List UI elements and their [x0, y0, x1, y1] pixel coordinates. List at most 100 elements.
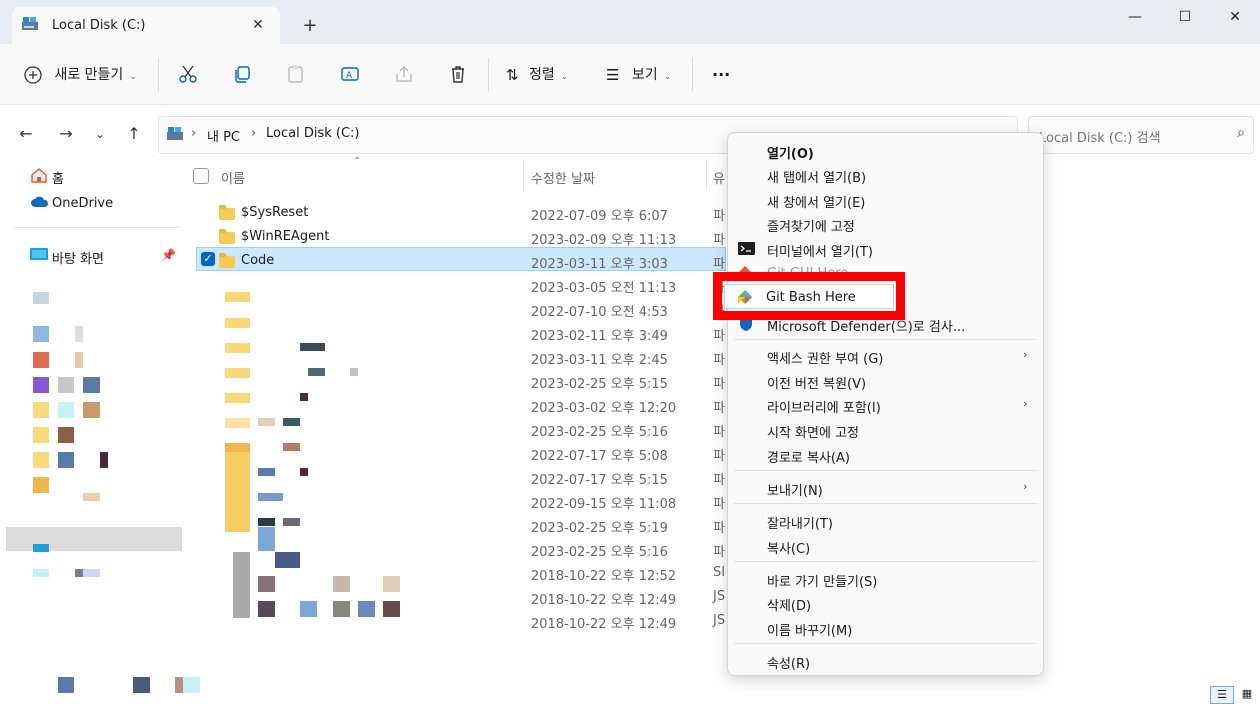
menu-item-include-library[interactable]: 라이브러리에 포함(I)	[767, 397, 881, 416]
menu-item-give-access[interactable]: 액세스 권한 부여 (G)	[767, 348, 883, 367]
file-date: 2022-07-17 오후 5:08	[531, 449, 668, 464]
up-arrow-icon[interactable]: ↑	[122, 123, 146, 145]
blurred-region	[58, 427, 74, 443]
menu-item-restore-versions[interactable]: 이전 버전 복원(V)	[767, 373, 866, 392]
svg-text:A: A	[346, 71, 353, 81]
menu-item-delete[interactable]: 삭제(D)	[767, 595, 811, 614]
menu-item-open-new-tab[interactable]: 새 탭에서 열기(B)	[767, 167, 866, 186]
blurred-region	[283, 518, 300, 526]
folder-icon	[219, 253, 235, 268]
column-header-name[interactable]: 이름	[221, 168, 245, 187]
blurred-region	[83, 377, 100, 393]
paste-icon[interactable]	[286, 64, 306, 84]
file-date: 2023-03-11 오후 2:45	[531, 353, 668, 368]
menu-separator	[734, 503, 1037, 504]
maximize-button[interactable]: ☐	[1162, 6, 1208, 28]
tab-close-icon[interactable]: ✕	[246, 14, 270, 36]
blurred-region	[300, 468, 308, 476]
menu-item-open-new-window[interactable]: 새 창에서 열기(E)	[767, 192, 865, 211]
blurred-region	[83, 569, 100, 577]
menu-item-open[interactable]: 열기(O)	[767, 143, 814, 162]
pin-icon: 📌	[161, 248, 176, 262]
search-box[interactable]: Local Disk (C:) 검색 ⌕	[1028, 116, 1254, 154]
file-date: 2018-10-22 오후 12:52	[531, 569, 677, 584]
blurred-region	[33, 477, 49, 493]
breadcrumb-this-pc[interactable]: 내 PC	[207, 126, 240, 145]
menu-item-git-bash[interactable]: Git Bash Here	[724, 284, 894, 309]
blurred-region	[33, 427, 49, 443]
blurred-region	[33, 326, 49, 342]
blurred-region	[225, 343, 250, 353]
tiles-view-toggle[interactable]: ▦	[1238, 686, 1256, 702]
menu-item-rename[interactable]: 이름 바꾸기(M)	[767, 620, 852, 639]
blurred-region	[275, 552, 300, 568]
sort-button-label: 정렬	[529, 67, 555, 83]
search-input[interactable]: Local Disk (C:) 검색	[1039, 127, 1161, 146]
file-date: 2023-03-02 오후 12:20	[531, 401, 677, 416]
file-name[interactable]: Code	[241, 253, 274, 268]
view-button[interactable]: ☰ 보기 ⌄	[606, 62, 671, 88]
new-button[interactable]: 새로 만들기 ⌄	[24, 62, 137, 88]
menu-item-pin-start[interactable]: 시작 화면에 고정	[767, 422, 859, 441]
chevron-right-icon[interactable]: ›	[251, 126, 256, 141]
sort-ascending-icon: ⌃	[353, 156, 362, 167]
copy-icon[interactable]	[232, 64, 252, 84]
menu-item-open-terminal[interactable]: 터미널에서 열기(T)	[767, 241, 873, 260]
menu-item-create-shortcut[interactable]: 바로 가기 만들기(S)	[767, 571, 877, 590]
file-type: 파	[713, 233, 725, 248]
column-header-date[interactable]: 수정한 날짜	[531, 168, 595, 187]
file-date: 2023-02-25 오후 5:16	[531, 545, 668, 560]
menu-item-send-to[interactable]: 보내기(N)	[767, 480, 823, 499]
minimize-button[interactable]: —	[1112, 6, 1158, 28]
menu-item-cut[interactable]: 잘라내기(T)	[767, 513, 833, 532]
row-checkbox-checked[interactable]: ✓	[201, 252, 215, 266]
menu-item-copy[interactable]: 복사(C)	[767, 538, 810, 557]
tab-local-disk[interactable]: Local Disk (C:) ✕	[12, 7, 280, 44]
title-bar: Local Disk (C:) ✕ + — ☐ ✕	[0, 0, 1260, 44]
recent-locations-icon[interactable]: ⌄	[88, 123, 112, 145]
file-name[interactable]: $SysReset	[241, 205, 308, 220]
menu-item-copy-path[interactable]: 경로로 복사(A)	[767, 447, 850, 466]
share-icon[interactable]	[394, 64, 414, 84]
blurred-region	[175, 677, 183, 693]
chevron-right-icon[interactable]: ›	[191, 126, 196, 141]
back-arrow-icon[interactable]: ←	[14, 123, 38, 145]
file-date: 2023-02-25 오후 5:19	[531, 521, 668, 536]
blurred-region	[225, 393, 250, 403]
details-view-toggle[interactable]: ☰	[1210, 686, 1234, 704]
sidebar-item-home[interactable]: 홈	[52, 168, 64, 187]
blurred-region	[58, 452, 74, 468]
new-tab-button[interactable]: +	[296, 14, 324, 38]
search-icon[interactable]: ⌕	[1237, 125, 1245, 141]
file-name[interactable]: $WinREAgent	[241, 229, 329, 244]
file-type: 파	[713, 521, 725, 536]
column-header-type[interactable]: 유	[713, 168, 725, 187]
blurred-region	[283, 418, 300, 426]
close-button[interactable]: ✕	[1212, 6, 1258, 28]
column-divider[interactable]	[706, 160, 707, 190]
menu-separator	[734, 561, 1037, 562]
file-type: JS	[713, 613, 726, 628]
sidebar-item-desktop[interactable]: 바탕 화면	[52, 248, 104, 267]
sidebar-item-onedrive[interactable]: OneDrive	[52, 196, 113, 211]
file-date: 2022-07-17 오후 5:15	[531, 473, 668, 488]
git-icon	[738, 290, 752, 304]
menu-item-pin-favorites[interactable]: 즐겨찾기에 고정	[767, 216, 855, 235]
blurred-region	[300, 601, 317, 617]
blurred-region	[308, 368, 325, 376]
select-all-checkbox[interactable]	[193, 168, 209, 184]
breadcrumb-local-disk[interactable]: Local Disk (C:)	[266, 126, 359, 141]
file-type: SI	[713, 565, 726, 580]
rename-icon[interactable]: A	[340, 64, 360, 84]
sort-button[interactable]: ⇅ 정렬 ⌄	[506, 62, 568, 88]
forward-arrow-icon[interactable]: →	[54, 123, 78, 145]
menu-item-properties[interactable]: 속성(R)	[767, 653, 810, 672]
cut-icon[interactable]	[178, 64, 198, 84]
sidebar-divider	[14, 227, 180, 228]
more-options-button[interactable]: ···	[712, 62, 730, 88]
column-divider[interactable]	[523, 160, 524, 190]
blurred-region	[333, 576, 350, 592]
context-menu: 열기(O) 새 탭에서 열기(B) 새 창에서 열기(E) 즐겨찾기에 고정 터…	[727, 132, 1044, 676]
menu-separator	[734, 643, 1037, 644]
delete-icon[interactable]	[448, 64, 468, 84]
